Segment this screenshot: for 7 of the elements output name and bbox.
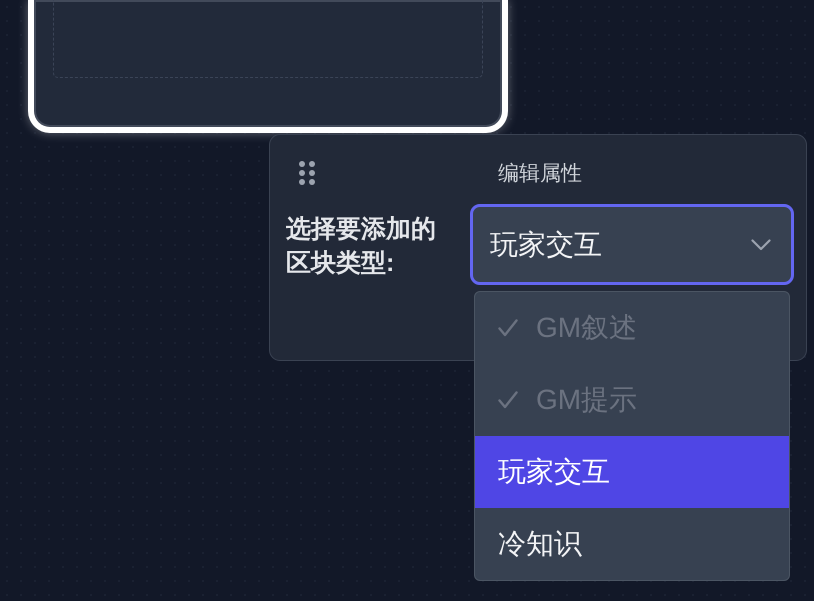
field-label: 选择要添加的区块类型:	[286, 214, 437, 279]
block-type-select[interactable]: 玩家交互	[470, 204, 794, 285]
panel-title: 编辑属性	[498, 161, 582, 187]
drag-handle-icon[interactable]	[299, 161, 315, 185]
dropdown-option[interactable]: 玩家交互	[475, 436, 789, 508]
dropdown-option[interactable]: 冷知识	[475, 508, 789, 580]
chevron-down-icon	[751, 238, 771, 250]
